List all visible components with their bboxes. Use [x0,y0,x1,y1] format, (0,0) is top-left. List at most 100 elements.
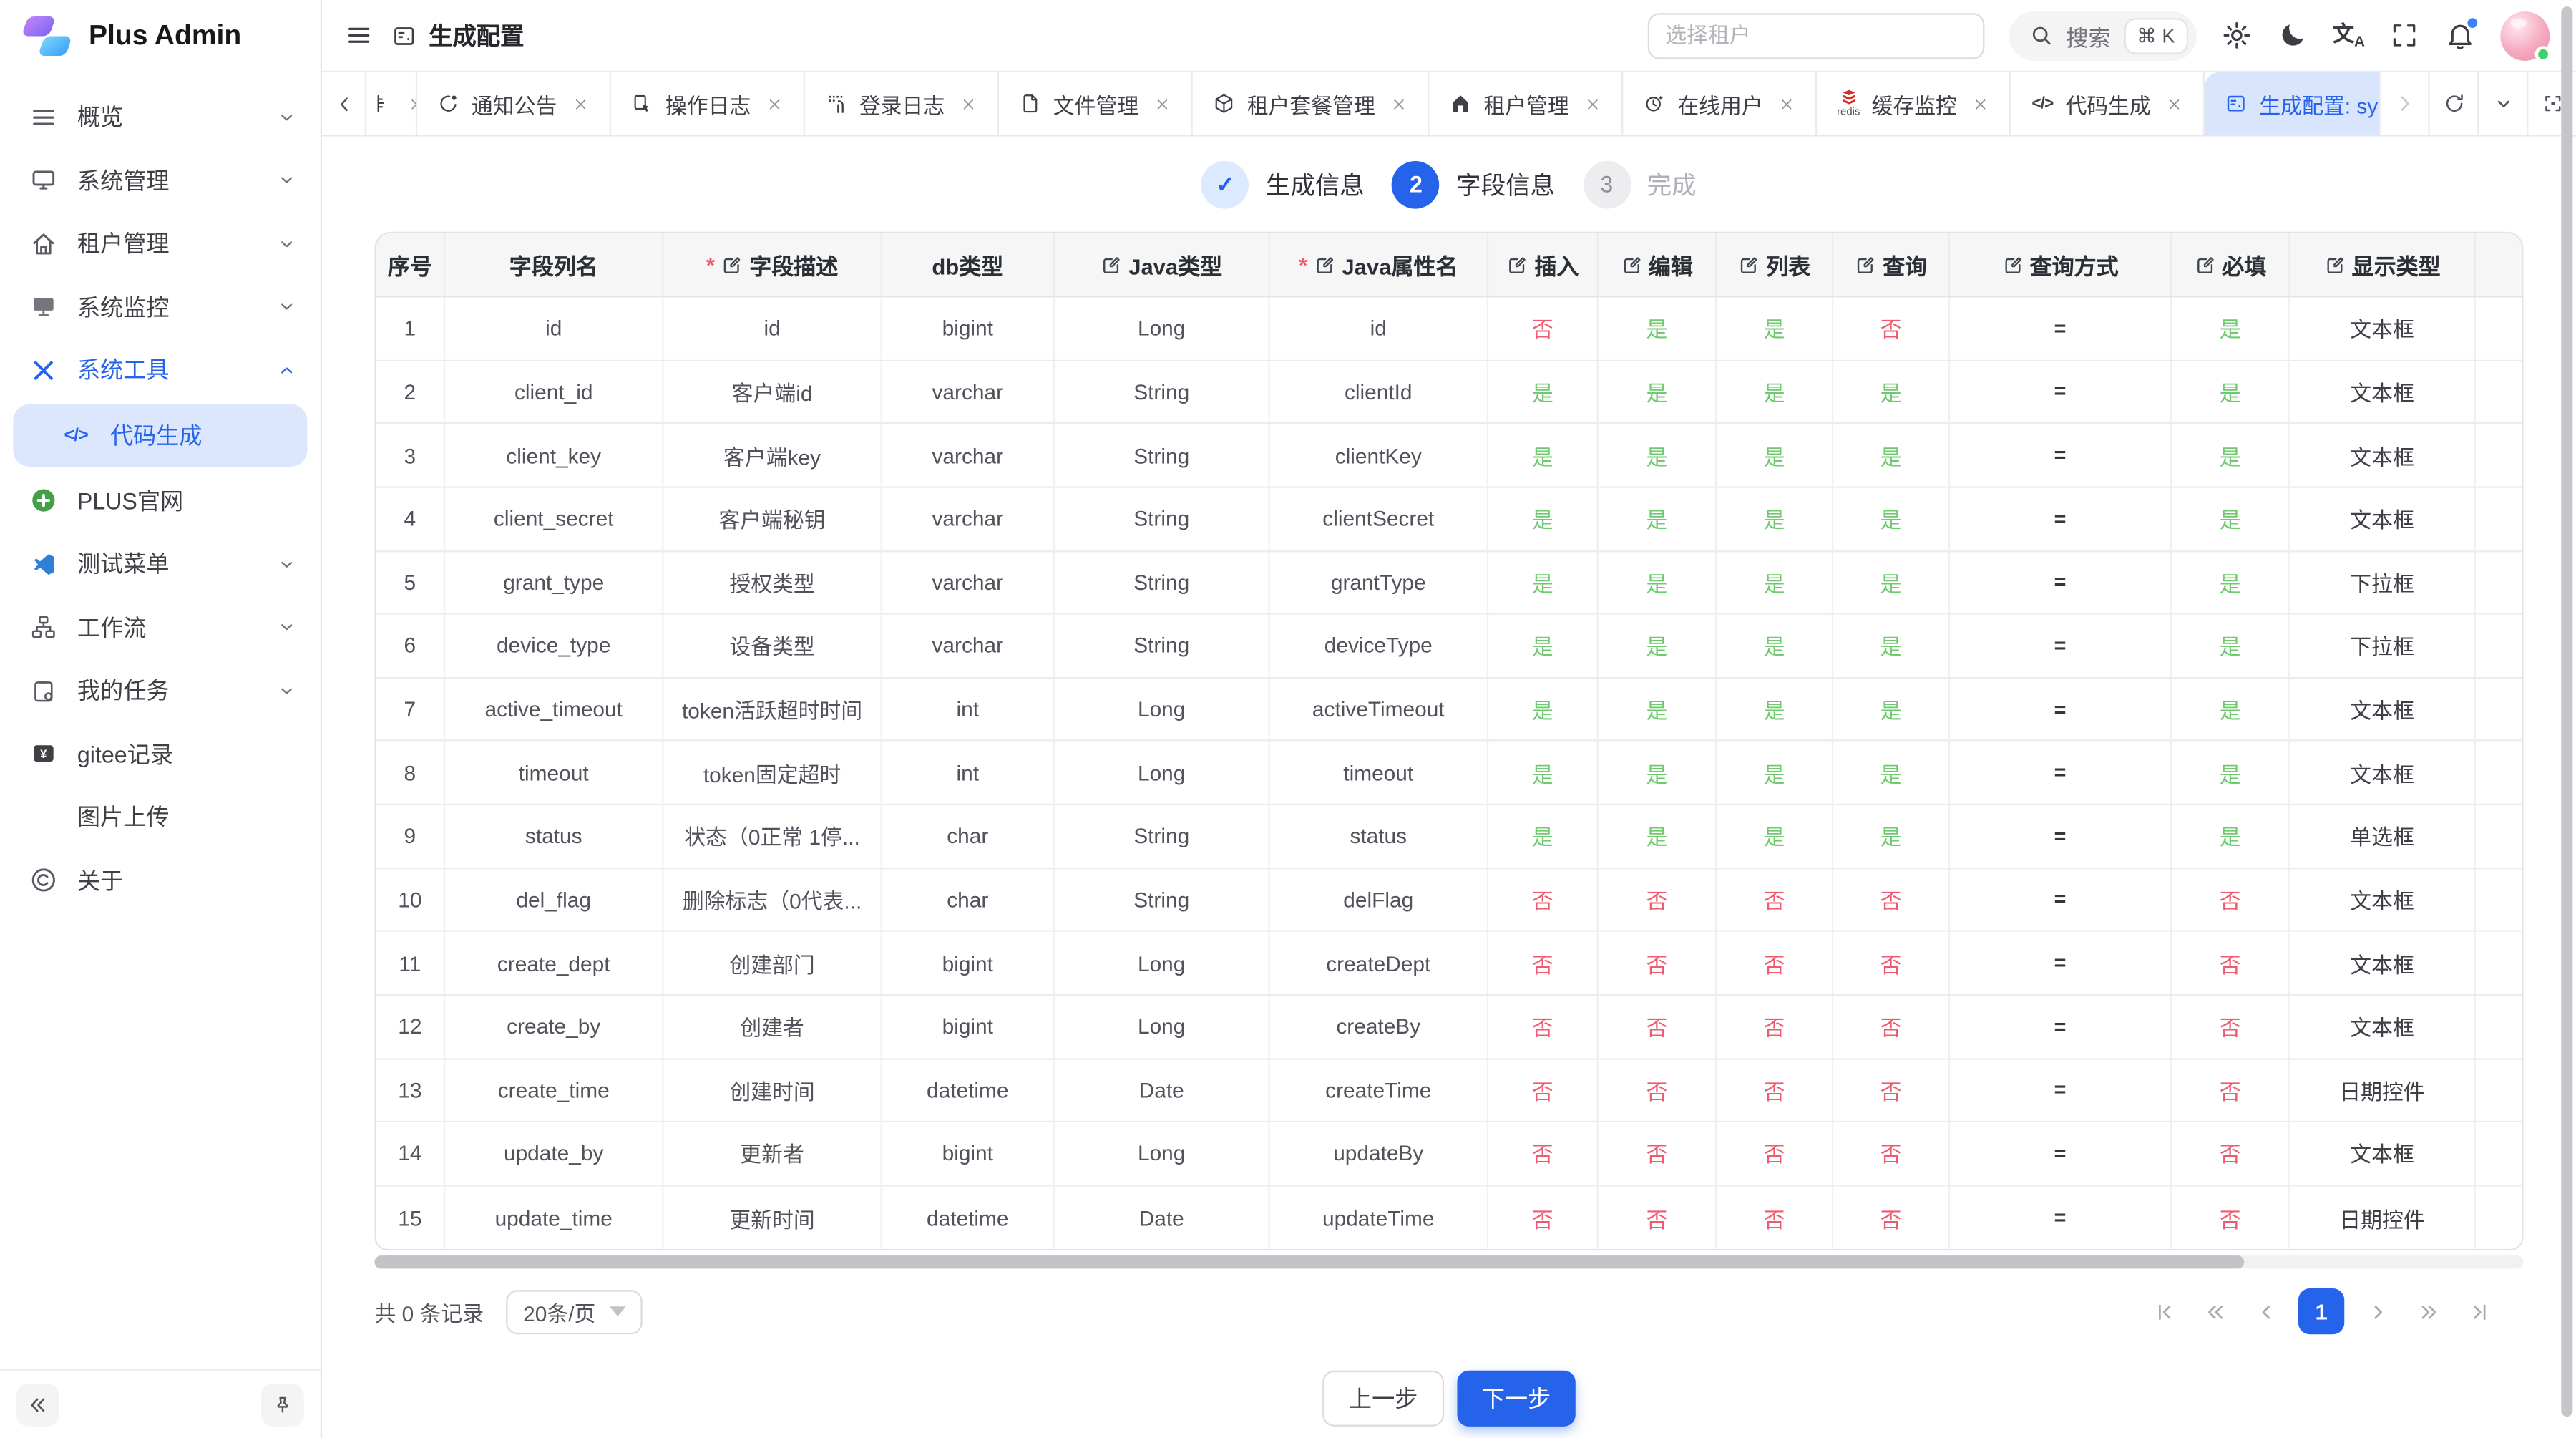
cell-edit[interactable]: 是 [1599,424,1717,486]
cell-list[interactable]: 是 [1717,551,1833,613]
cell-desc[interactable]: 创建时间 [664,1059,882,1121]
cell-java[interactable]: String [1055,615,1270,676]
tab-缓存监控[interactable]: redis缓存监控 [1818,72,2011,135]
cell-insert[interactable]: 是 [1488,424,1599,486]
cell-java[interactable]: String [1055,361,1270,422]
prev-step-button[interactable]: 上一步 [1322,1371,1444,1427]
cell-desc[interactable]: 授权类型 [664,551,882,613]
cell-query[interactable]: 否 [1833,869,1950,931]
cell-required[interactable]: 是 [2172,615,2290,676]
cell-required[interactable]: 是 [2172,679,2290,740]
close-icon[interactable] [407,94,417,112]
cell-prop[interactable]: delFlag [1270,869,1488,931]
cell-list[interactable]: 是 [1717,298,1833,359]
tab-生成配置: sys_client[interactable]: 生成配置: sys_client [2205,72,2379,135]
cell-query[interactable]: 是 [1833,805,1950,867]
cell-prop[interactable]: clientSecret [1270,488,1488,550]
next-step-button[interactable]: 下一步 [1457,1371,1575,1427]
notifications-button[interactable] [2444,20,2476,52]
cell-edit[interactable]: 否 [1599,932,1717,994]
cell-display[interactable]: 文本框 [2290,488,2475,550]
cell-prop[interactable]: updateBy [1270,1122,1488,1184]
cell-display[interactable]: 日期控件 [2290,1186,2475,1250]
cell-query[interactable]: 是 [1833,742,1950,803]
cell-prop[interactable]: clientId [1270,361,1488,422]
vertical-scrollbar-thumb[interactable] [2561,6,2572,1417]
cell-mode[interactable]: = [1950,361,2172,422]
close-icon[interactable] [2166,94,2184,112]
prev-5-pages-button[interactable] [2197,1294,2233,1331]
cell-display[interactable]: 下拉框 [2290,615,2475,676]
cell-required[interactable]: 否 [2172,1059,2290,1121]
cell-java[interactable]: Long [1055,298,1270,359]
cell-edit[interactable]: 否 [1599,869,1717,931]
cell-display[interactable]: 文本框 [2290,869,2475,931]
cell-edit[interactable]: 否 [1599,1186,1717,1250]
cell-desc[interactable]: 设备类型 [664,615,882,676]
close-icon[interactable] [1972,94,1990,112]
cell-display[interactable]: 文本框 [2290,742,2475,803]
close-icon[interactable] [1390,94,1408,112]
cell-prop[interactable]: grantType [1270,551,1488,613]
cell-prop[interactable]: status [1270,805,1488,867]
cell-desc[interactable]: 删除标志（0代表... [664,869,882,931]
next-5-pages-button[interactable] [2410,1294,2446,1331]
cell-edit[interactable]: 是 [1599,742,1717,803]
cell-desc[interactable]: 状态（0正常 1停... [664,805,882,867]
cell-desc[interactable]: id [664,298,882,359]
cell-mode[interactable]: = [1950,424,2172,486]
sidebar-item-图片上传[interactable]: 图片上传 [0,785,321,848]
cell-edit[interactable]: 否 [1599,996,1717,1057]
close-icon[interactable] [1777,94,1795,112]
cell-java[interactable]: String [1055,424,1270,486]
cell-mode[interactable]: = [1950,488,2172,550]
cell-mode[interactable]: = [1950,805,2172,867]
sidebar-item-PLUS官网[interactable]: PLUS官网 [0,469,321,532]
horizontal-scrollbar-thumb[interactable] [374,1256,2244,1269]
cell-required[interactable]: 否 [2172,869,2290,931]
cell-desc[interactable]: 创建部门 [664,932,882,994]
cell-prop[interactable]: deviceType [1270,615,1488,676]
cell-list[interactable]: 是 [1717,615,1833,676]
sidebar-item-租户管理[interactable]: 租户管理 [0,212,321,275]
cell-display[interactable]: 文本框 [2290,932,2475,994]
cell-list[interactable]: 是 [1717,679,1833,740]
cell-required[interactable]: 是 [2172,298,2290,359]
cell-edit[interactable]: 否 [1599,1122,1717,1184]
cell-query[interactable]: 是 [1833,615,1950,676]
cell-display[interactable]: 文本框 [2290,298,2475,359]
cell-mode[interactable]: = [1950,1059,2172,1121]
cell-display[interactable]: 文本框 [2290,996,2475,1057]
fullscreen-button[interactable] [2389,20,2420,52]
cell-mode[interactable]: = [1950,679,2172,740]
cell-display[interactable]: 文本框 [2290,424,2475,486]
cell-desc[interactable]: 客户端id [664,361,882,422]
cell-insert[interactable]: 否 [1488,1186,1599,1250]
cell-mode[interactable]: = [1950,996,2172,1057]
tab-代码生成[interactable]: </>代码生成 [2011,72,2205,135]
app-logo[interactable]: Plus Admin [0,0,321,72]
cell-java[interactable]: Long [1055,679,1270,740]
cell-prop[interactable]: clientKey [1270,424,1488,486]
close-icon[interactable] [960,94,977,112]
cell-java[interactable]: String [1055,805,1270,867]
sidebar-item-系统监控[interactable]: 系统监控 [0,276,321,339]
cell-insert[interactable]: 否 [1488,1122,1599,1184]
tab-clipped[interactable] [366,72,417,135]
cell-java[interactable]: Long [1055,996,1270,1057]
cell-edit[interactable]: 是 [1599,615,1717,676]
cell-required[interactable]: 是 [2172,742,2290,803]
sidebar-collapse-button[interactable] [16,1383,59,1426]
cell-mode[interactable]: = [1950,742,2172,803]
cell-insert[interactable]: 是 [1488,488,1599,550]
cell-mode[interactable]: = [1950,869,2172,931]
tab-租户管理[interactable]: 租户管理 [1430,72,1624,135]
cell-prop[interactable]: createTime [1270,1059,1488,1121]
close-icon[interactable] [766,94,784,112]
cell-prop[interactable]: updateTime [1270,1186,1488,1250]
tab-文件管理[interactable]: 文件管理 [999,72,1193,135]
cell-java[interactable]: Long [1055,932,1270,994]
first-page-button[interactable] [2145,1294,2182,1331]
cell-desc[interactable]: 客户端秘钥 [664,488,882,550]
cell-prop[interactable]: activeTimeout [1270,679,1488,740]
